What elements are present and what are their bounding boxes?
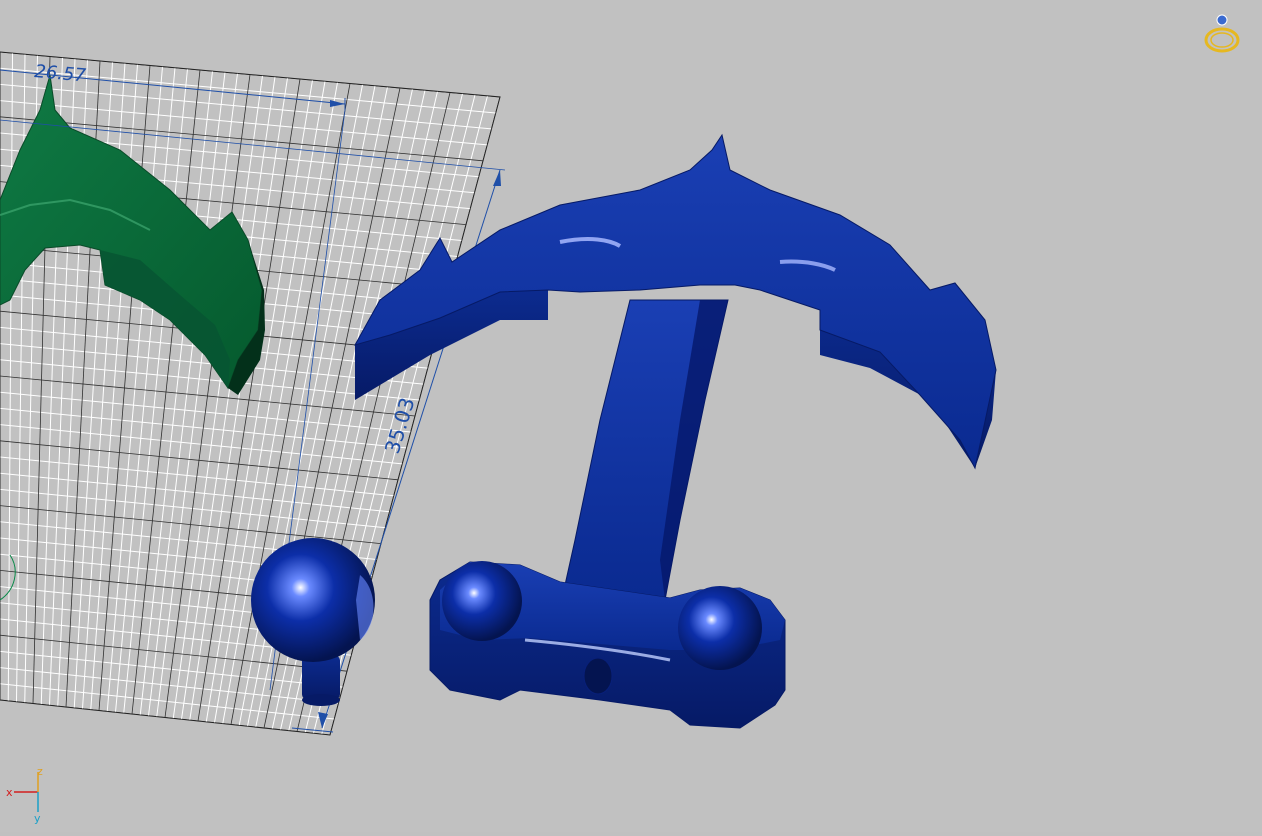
axis-y-label: y bbox=[34, 812, 41, 825]
3d-viewport[interactable]: 26.57 35.03 x y z bbox=[0, 0, 1262, 832]
viewport-canvas[interactable]: 26.57 35.03 x y z bbox=[0, 0, 1262, 832]
axis-triad: x y z bbox=[6, 765, 43, 825]
anchor-knob-left bbox=[442, 561, 522, 641]
axis-x-label: x bbox=[6, 786, 13, 799]
anchor-knob-right bbox=[678, 586, 762, 670]
orbit-ring-icon[interactable] bbox=[1204, 14, 1240, 53]
axis-z-label: z bbox=[37, 765, 43, 778]
